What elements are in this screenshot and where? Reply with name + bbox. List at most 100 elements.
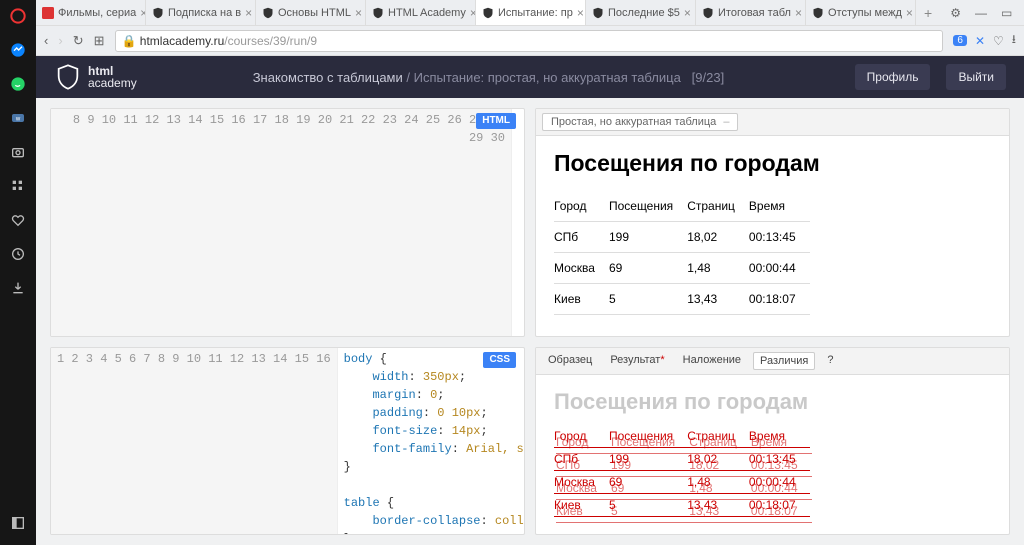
favicon: [592, 7, 604, 19]
whatsapp-icon[interactable]: [10, 76, 26, 92]
code-area[interactable]: body { width: 350px; margin: 0; padding:…: [338, 348, 524, 534]
maximize-button[interactable]: ▭: [1001, 6, 1012, 20]
code-area[interactable]: <body> <h1>Посещения по городам</h1> <ta…: [512, 109, 524, 336]
browser-tab[interactable]: Итоговая табл×: [696, 0, 806, 25]
reload-button[interactable]: ↻: [73, 33, 84, 49]
apps-icon[interactable]: [10, 178, 26, 194]
browser-tab[interactable]: Последние $5×: [586, 0, 696, 25]
diff-panel: Образец Результат Наложение Различия? Посещ…: [535, 347, 1010, 535]
heart-icon[interactable]: [10, 212, 26, 228]
diff-tab[interactable]: Различия: [753, 352, 815, 370]
diff-body: Посещения по городам ГородПосещенияСтран…: [536, 375, 1009, 534]
back-button[interactable]: ‹: [44, 33, 48, 48]
minimize-button[interactable]: —: [975, 6, 987, 20]
lock-icon: 🔒: [122, 34, 137, 48]
profile-button[interactable]: Профиль: [855, 64, 931, 90]
browser-tab[interactable]: Испытание: пр×: [476, 0, 586, 25]
url-path: /courses/39/run/9: [224, 34, 317, 48]
site-logo[interactable]: html academy: [54, 63, 137, 91]
diff-tab[interactable]: Результат: [604, 352, 670, 370]
table-row: Москва691,4800:00:44: [556, 477, 812, 500]
speed-dial-button[interactable]: ⊞: [94, 33, 105, 49]
diff-tab[interactable]: ?: [821, 352, 839, 370]
table-row: ГородПосещенияСтраницВремя: [556, 431, 812, 454]
preview-tabs: Простая, но аккуратная таблица –: [536, 109, 1009, 136]
preview-tab[interactable]: Простая, но аккуратная таблица –: [542, 113, 738, 131]
exit-button[interactable]: Выйти: [946, 64, 1006, 90]
progress-counter: [9/23]: [692, 70, 725, 85]
gutter: 1 2 3 4 5 6 7 8 9 10 11 12 13 14 15 16: [51, 348, 338, 534]
clock-icon[interactable]: [10, 246, 26, 262]
camera-icon[interactable]: [10, 144, 26, 160]
url-input[interactable]: 🔒 htmlacademy.ru/courses/39/run/9: [115, 30, 944, 52]
diff-title: Посещения по городам: [554, 389, 991, 415]
close-icon[interactable]: ×: [245, 6, 252, 20]
browser-tab[interactable]: Фильмы, сериа×: [36, 0, 146, 25]
bookmark-icon[interactable]: ♡: [993, 34, 1004, 48]
table-row: СПб19918,0200:13:45: [556, 454, 812, 477]
browser-tab[interactable]: Подписка на в×: [146, 0, 256, 25]
lang-badge-html: HTML: [476, 113, 516, 129]
browser-tab[interactable]: Основы HTML×: [256, 0, 366, 25]
diff-tab[interactable]: Наложение: [677, 352, 747, 370]
browser-tab[interactable]: Отступы межд×: [806, 0, 916, 25]
favicon: [262, 7, 274, 19]
site-header: html academy Знакомство с таблицами / Ис…: [36, 56, 1024, 98]
diff-tab[interactable]: Образец: [542, 352, 598, 370]
vk-icon[interactable]: w: [10, 110, 26, 126]
shield-icon[interactable]: ✕: [975, 34, 985, 48]
close-icon[interactable]: ×: [577, 6, 584, 20]
download-icon[interactable]: [10, 280, 26, 296]
close-icon[interactable]: ×: [795, 6, 802, 20]
css-editor[interactable]: CSS 1 2 3 4 5 6 7 8 9 10 11 12 13 14 15 …: [50, 347, 525, 535]
page-content: html academy Знакомство с таблицами / Ис…: [36, 56, 1024, 545]
browser-tab[interactable]: HTML Academy×: [366, 0, 476, 25]
diff-table-overlay: ГородПосещенияСтраницВремяСПб19918,0200:…: [556, 431, 812, 523]
favicon: [812, 7, 824, 19]
os-sidebar: w: [0, 0, 36, 545]
page-title: Посещения по городам: [554, 150, 991, 177]
lang-badge-css: CSS: [483, 352, 516, 368]
html-editor[interactable]: HTML 8 9 10 11 12 13 14 15 16 17 18 19 2…: [50, 108, 525, 337]
workspace: HTML 8 9 10 11 12 13 14 15 16 17 18 19 2…: [36, 98, 1024, 545]
url-host: htmlacademy.ru: [140, 34, 224, 48]
logo-text-2: academy: [88, 77, 137, 89]
panel-icon[interactable]: [10, 515, 26, 531]
table-row: СПб19918,0200:13:45: [554, 222, 810, 253]
settings-icon[interactable]: ⚙: [950, 6, 961, 20]
close-icon[interactable]: ×: [355, 6, 362, 20]
favicon: [42, 7, 54, 19]
breadcrumb: Знакомство с таблицами / Испытание: прос…: [253, 70, 839, 85]
table-row: Москва691,4800:00:44: [554, 253, 810, 284]
preview-panel: Простая, но аккуратная таблица – Посещен…: [535, 108, 1010, 337]
messenger-icon[interactable]: [10, 42, 26, 58]
shield-logo-icon: [54, 63, 82, 91]
favicon: [152, 7, 164, 19]
svg-text:w: w: [15, 117, 21, 123]
favicon: [372, 7, 384, 19]
breadcrumb-sub: Испытание: простая, но аккуратная таблиц…: [414, 70, 681, 85]
close-tab-icon[interactable]: –: [723, 116, 729, 128]
close-icon[interactable]: ×: [684, 6, 691, 20]
favicon: [482, 7, 494, 19]
forward-button[interactable]: ›: [58, 33, 62, 48]
favicon: [702, 7, 714, 19]
table-row: Киев513,4300:18:07: [554, 284, 810, 315]
breadcrumb-main[interactable]: Знакомство с таблицами: [253, 70, 403, 85]
diff-tabs: Образец Результат Наложение Различия?: [536, 348, 1009, 375]
address-bar: ‹ › ↻ ⊞ 🔒 htmlacademy.ru/courses/39/run/…: [36, 26, 1024, 56]
browser-window: Фильмы, сериа×Подписка на в×Основы HTML×…: [36, 0, 1024, 545]
close-icon[interactable]: ×: [906, 6, 913, 20]
window-controls: ⚙ — ▭ ✕: [940, 6, 1024, 20]
preview-body: Посещения по городам ГородПосещенияСтран…: [536, 136, 1009, 336]
gutter: 8 9 10 11 12 13 14 15 16 17 18 19 20 21 …: [51, 109, 512, 336]
download-status-icon[interactable]: ⭳: [1012, 30, 1016, 51]
table-row: Киев513,4300:18:07: [556, 500, 812, 523]
data-table: ГородПосещенияСтраницВремяСПб19918,0200:…: [554, 191, 810, 315]
opera-logo-icon: [10, 8, 26, 24]
titlebar: Фильмы, сериа×Подписка на в×Основы HTML×…: [36, 0, 1024, 26]
blocked-count[interactable]: 6: [953, 35, 967, 46]
table-row: ГородПосещенияСтраницВремя: [554, 191, 810, 222]
new-tab-button[interactable]: +: [916, 5, 940, 21]
tab-strip: Фильмы, сериа×Подписка на в×Основы HTML×…: [36, 0, 916, 25]
